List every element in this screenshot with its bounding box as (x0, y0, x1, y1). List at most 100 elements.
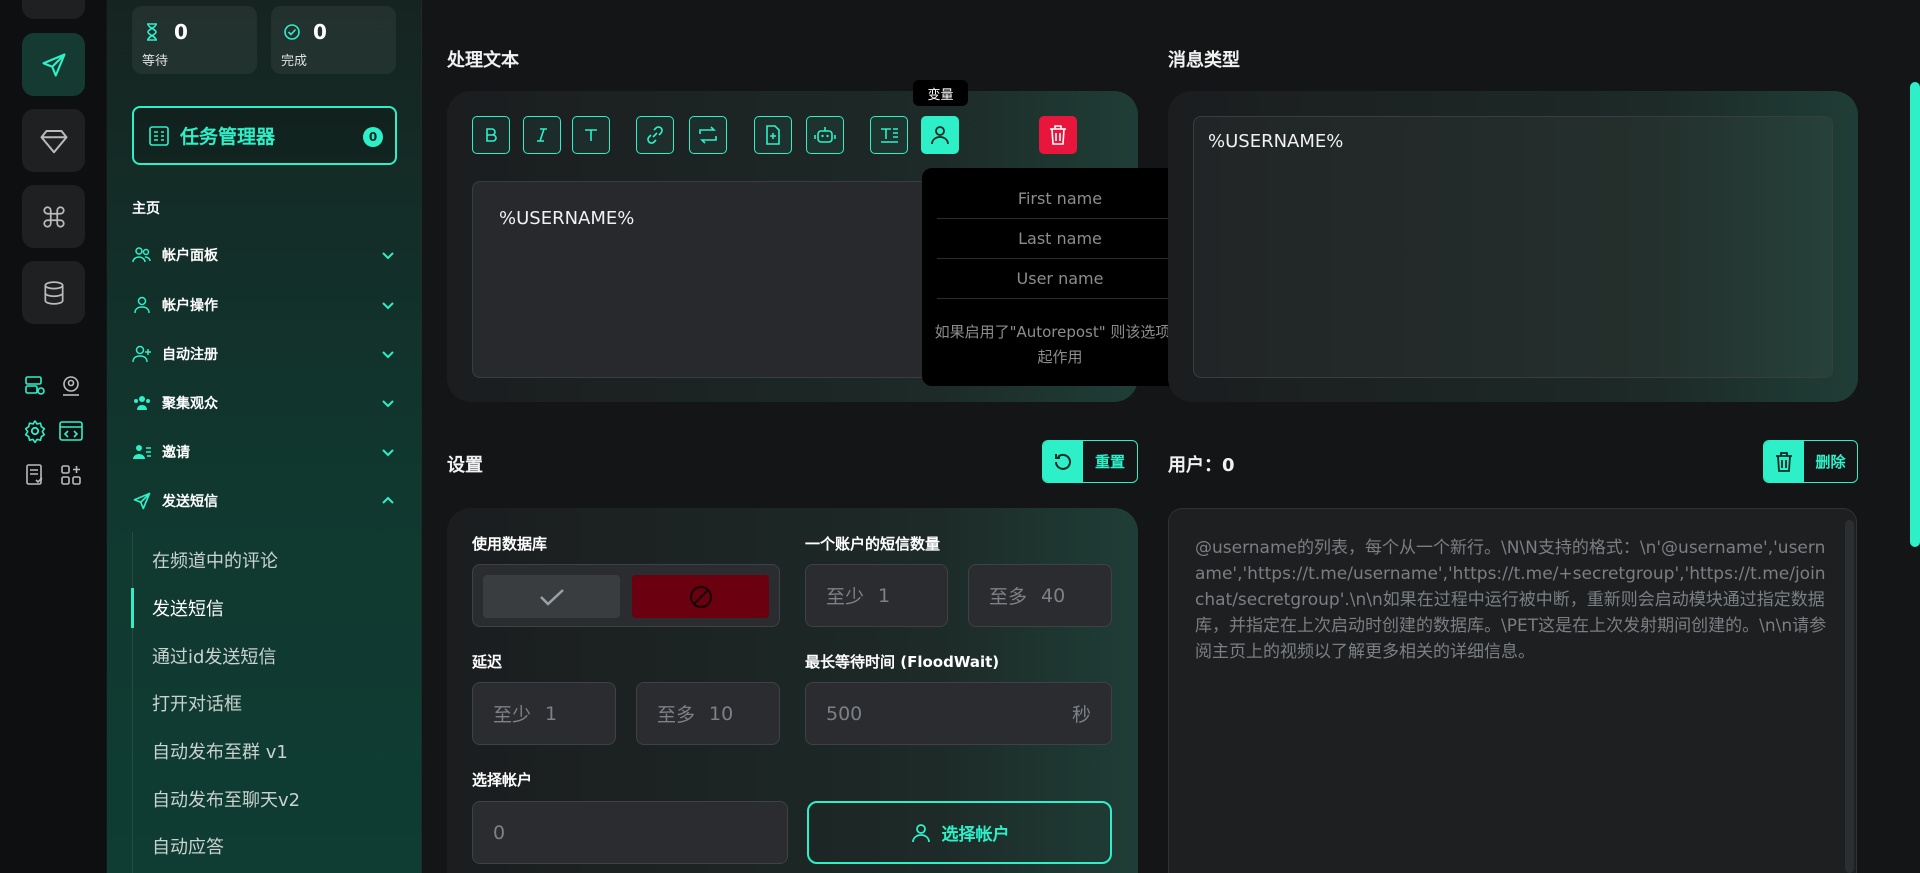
users-list-textarea[interactable]: @username的列表，每个从一个新行。\N\N支持的格式：\n'@usern… (1168, 508, 1857, 873)
sms-min-input[interactable]: 至少 1 (805, 564, 948, 627)
rail-database-button[interactable] (22, 261, 85, 324)
delay-max-input[interactable]: 至多 10 (636, 682, 780, 745)
add-file-button[interactable] (754, 116, 792, 154)
use-database-yes[interactable] (483, 575, 620, 618)
chevron-up-icon (382, 496, 394, 504)
nav-gather-audience[interactable]: 聚集观众 (132, 388, 397, 418)
submenu-send-by-id[interactable]: 通过id发送短信 (152, 638, 276, 674)
stat-waiting-label: 等待 (142, 54, 169, 69)
select-account-button[interactable]: 选择帐户 (807, 801, 1112, 864)
link-icon (647, 126, 663, 144)
account-count-input[interactable]: 0 (472, 801, 788, 864)
floodwait-input[interactable]: 500 秒 (805, 682, 1112, 745)
reset-icon-wrap (1043, 441, 1083, 482)
settings-title: 设置 (447, 455, 483, 476)
nav-label: 自动注册 (162, 347, 218, 363)
chevron-down-icon (382, 351, 394, 359)
repost-icon (699, 126, 717, 144)
message-type-field[interactable]: %USERNAME% (1193, 116, 1833, 378)
submenu-divider (132, 532, 133, 873)
use-database-label: 使用数据库 (472, 535, 548, 553)
reset-icon (1055, 453, 1071, 470)
submenu-open-dialog[interactable]: 打开对话框 (152, 685, 242, 721)
variable-button[interactable] (921, 116, 959, 154)
checklist-icon (26, 464, 43, 485)
server-settings-icon (25, 376, 45, 395)
trash-icon (1050, 125, 1066, 145)
delay-min-prefix: 至少 (493, 704, 532, 726)
code-window-icon (59, 421, 83, 441)
hourglass-icon (147, 23, 157, 41)
bot-button[interactable] (806, 116, 844, 154)
repost-button[interactable] (689, 116, 727, 154)
nav-home[interactable]: 主页 (132, 198, 160, 218)
text-format-icon (881, 128, 898, 143)
select-account-label: 选择帐户 (472, 771, 533, 789)
floodwait-unit: 秒 (1071, 704, 1091, 726)
submenu-autopost-group-v1[interactable]: 自动发布至群 v1 (152, 733, 288, 769)
nav-invite[interactable]: 邀请 (132, 437, 397, 467)
variable-option-last-name[interactable]: Last name (937, 219, 1183, 259)
nav-label: 聚集观众 (162, 396, 218, 412)
trash-icon (1776, 451, 1792, 472)
ban-icon (689, 585, 712, 608)
sms-max-input[interactable]: 至多 40 (968, 564, 1112, 627)
bold-button[interactable] (472, 116, 510, 154)
process-text-title: 处理文本 (447, 50, 519, 71)
delay-max-prefix: 至多 (657, 704, 696, 726)
delay-label: 延迟 (472, 653, 503, 671)
italic-button[interactable] (523, 116, 561, 154)
submenu-autopost-chat-v2[interactable]: 自动发布至聊天v2 (152, 781, 300, 817)
task-manager-button[interactable]: 任务管理器 0 (132, 106, 397, 165)
apps-icon (61, 465, 81, 485)
use-database-no[interactable] (632, 575, 769, 618)
select-account-button-label: 选择帐户 (941, 825, 1010, 845)
text-icon (585, 129, 597, 141)
submenu-send-sms[interactable]: 发送短信 (152, 590, 224, 626)
submenu-auto-reply[interactable]: 自动应答 (152, 828, 224, 864)
nav-account-actions[interactable]: 帐户操作 (132, 290, 397, 320)
delay-min-input[interactable]: 至少 1 (472, 682, 616, 745)
stat-done: 0 完成 (271, 6, 396, 74)
delete-users-button[interactable]: 删除 (1763, 440, 1858, 483)
variable-option-first-name[interactable]: First name (937, 179, 1183, 219)
users-group-icon (134, 396, 150, 410)
link-button[interactable] (636, 116, 674, 154)
delete-text-button[interactable] (1039, 116, 1077, 154)
stat-done-label: 完成 (281, 54, 308, 69)
server-settings-button[interactable] (21, 372, 49, 400)
sidebar: 0 等待 0 完成 任务管理器 0 主页 帐户面板 帐户操作 自动注册 聚集观众… (107, 0, 422, 873)
rail-send-button[interactable] (22, 33, 85, 96)
variable-option-user-name[interactable]: User name (937, 259, 1183, 299)
user-icon (911, 823, 930, 842)
text-format-button[interactable] (870, 116, 908, 154)
bot-icon (814, 127, 836, 143)
rail-command-button[interactable] (22, 185, 85, 248)
page-scrollbar[interactable] (1910, 82, 1920, 547)
checklist-button[interactable] (21, 461, 49, 489)
users-list-scrollbar[interactable] (1845, 520, 1854, 873)
file-add-icon (766, 125, 780, 145)
reset-label: 重置 (1094, 453, 1125, 471)
nav-label: 帐户操作 (162, 298, 218, 314)
nav-account-panel[interactable]: 帐户面板 (132, 240, 397, 270)
check-circle-icon (284, 24, 300, 40)
rail-top-button[interactable] (22, 0, 85, 19)
nav-label: 邀请 (162, 445, 190, 461)
settings-button[interactable] (21, 417, 49, 445)
stat-waiting-value: 0 (174, 20, 188, 44)
reset-button[interactable]: 重置 (1042, 440, 1138, 483)
users-title: 用户：0 (1168, 455, 1235, 476)
nav-auto-register[interactable]: 自动注册 (132, 339, 397, 369)
chevron-down-icon (382, 400, 394, 408)
bold-icon (486, 128, 497, 142)
apps-button[interactable] (57, 461, 85, 489)
rail-diamond-button[interactable] (22, 109, 85, 172)
code-window-button[interactable] (57, 417, 85, 445)
submenu-channel-comments[interactable]: 在频道中的评论 (152, 542, 278, 578)
user-icon (931, 126, 949, 145)
nav-send-sms[interactable]: 发送短信 (132, 486, 397, 516)
text-button[interactable] (572, 116, 610, 154)
floodwait-label: 最长等待时间 (FloodWait) (805, 653, 1000, 671)
user-location-button[interactable] (57, 372, 85, 400)
